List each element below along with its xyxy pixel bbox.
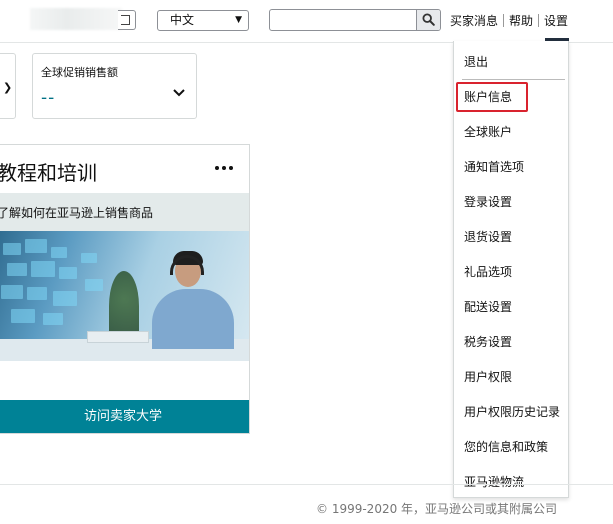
nav-separator bbox=[538, 14, 540, 27]
menu-divider bbox=[462, 79, 565, 80]
store-selector-button[interactable] bbox=[118, 10, 136, 30]
training-title: 教程和培训 bbox=[0, 161, 97, 185]
nav-help[interactable]: 帮助 bbox=[509, 14, 533, 28]
menu-item-gift-options[interactable]: 礼品选项 bbox=[464, 264, 512, 280]
training-hero-image bbox=[0, 231, 249, 361]
footer-copyright: © 1999-2020 年，亚马逊公司或其附属公司 bbox=[316, 502, 558, 516]
menu-item-global-accounts[interactable]: 全球账户 bbox=[464, 124, 512, 140]
store-grid-icon bbox=[121, 15, 130, 25]
language-select[interactable]: 中文 ▼ bbox=[157, 10, 249, 31]
more-options-icon[interactable] bbox=[215, 163, 235, 171]
menu-item-account-info[interactable]: 账户信息 bbox=[464, 89, 512, 105]
search-input[interactable] bbox=[270, 10, 416, 30]
store-selector-blurred[interactable] bbox=[30, 8, 122, 30]
menu-item-notification-preferences[interactable]: 通知首选项 bbox=[464, 159, 524, 175]
training-subtitle-bar: 了解如何在亚马逊上销售商品 bbox=[0, 193, 249, 231]
search-box bbox=[269, 9, 441, 31]
nav-buyer-messages[interactable]: 买家消息 bbox=[450, 14, 498, 28]
search-icon bbox=[422, 13, 435, 26]
chevron-down-icon: ❯ bbox=[3, 81, 13, 94]
metric-title: 全球促销销售额 bbox=[41, 66, 118, 79]
footer-divider bbox=[0, 484, 613, 485]
menu-item-your-info-and-policies[interactable]: 您的信息和政策 bbox=[464, 439, 548, 455]
top-bar: 中文 ▼ 买家消息 帮助 设置 bbox=[0, 0, 613, 43]
training-subtitle: 了解如何在亚马逊上销售商品 bbox=[0, 206, 154, 220]
metric-card-partial[interactable]: ❯ bbox=[0, 53, 16, 119]
search-button[interactable] bbox=[416, 10, 440, 30]
menu-item-return-settings[interactable]: 退货设置 bbox=[464, 229, 512, 245]
menu-item-logout[interactable]: 退出 bbox=[464, 54, 488, 70]
menu-item-user-permission-history[interactable]: 用户权限历史记录 bbox=[464, 404, 560, 420]
menu-item-tax-settings[interactable]: 税务设置 bbox=[464, 334, 512, 350]
menu-item-shipping-settings[interactable]: 配送设置 bbox=[464, 299, 512, 315]
menu-item-login-settings[interactable]: 登录设置 bbox=[464, 194, 512, 210]
nav-settings[interactable]: 设置 bbox=[544, 14, 568, 28]
chevron-down-icon bbox=[173, 89, 185, 97]
metric-card-global-promo-sales[interactable]: 全球促销销售额 -- bbox=[32, 53, 197, 119]
language-value: 中文 bbox=[170, 13, 195, 27]
nav-separator bbox=[503, 14, 505, 27]
menu-item-fba[interactable]: 亚马逊物流 bbox=[464, 474, 524, 490]
chevron-down-icon: ▼ bbox=[235, 15, 242, 25]
metric-value: -- bbox=[41, 88, 56, 108]
training-card: 教程和培训 了解如何在亚马逊上销售商品 访问卖家大学 bbox=[0, 144, 250, 434]
menu-item-user-permissions[interactable]: 用户权限 bbox=[464, 369, 512, 385]
settings-dropdown-menu: 退出 账户信息 全球账户 通知首选项 登录设置 退货设置 礼品选项 配送设置 税… bbox=[453, 41, 569, 498]
header-nav: 买家消息 帮助 设置 bbox=[450, 13, 568, 29]
visit-seller-university-button[interactable]: 访问卖家大学 bbox=[0, 400, 249, 433]
